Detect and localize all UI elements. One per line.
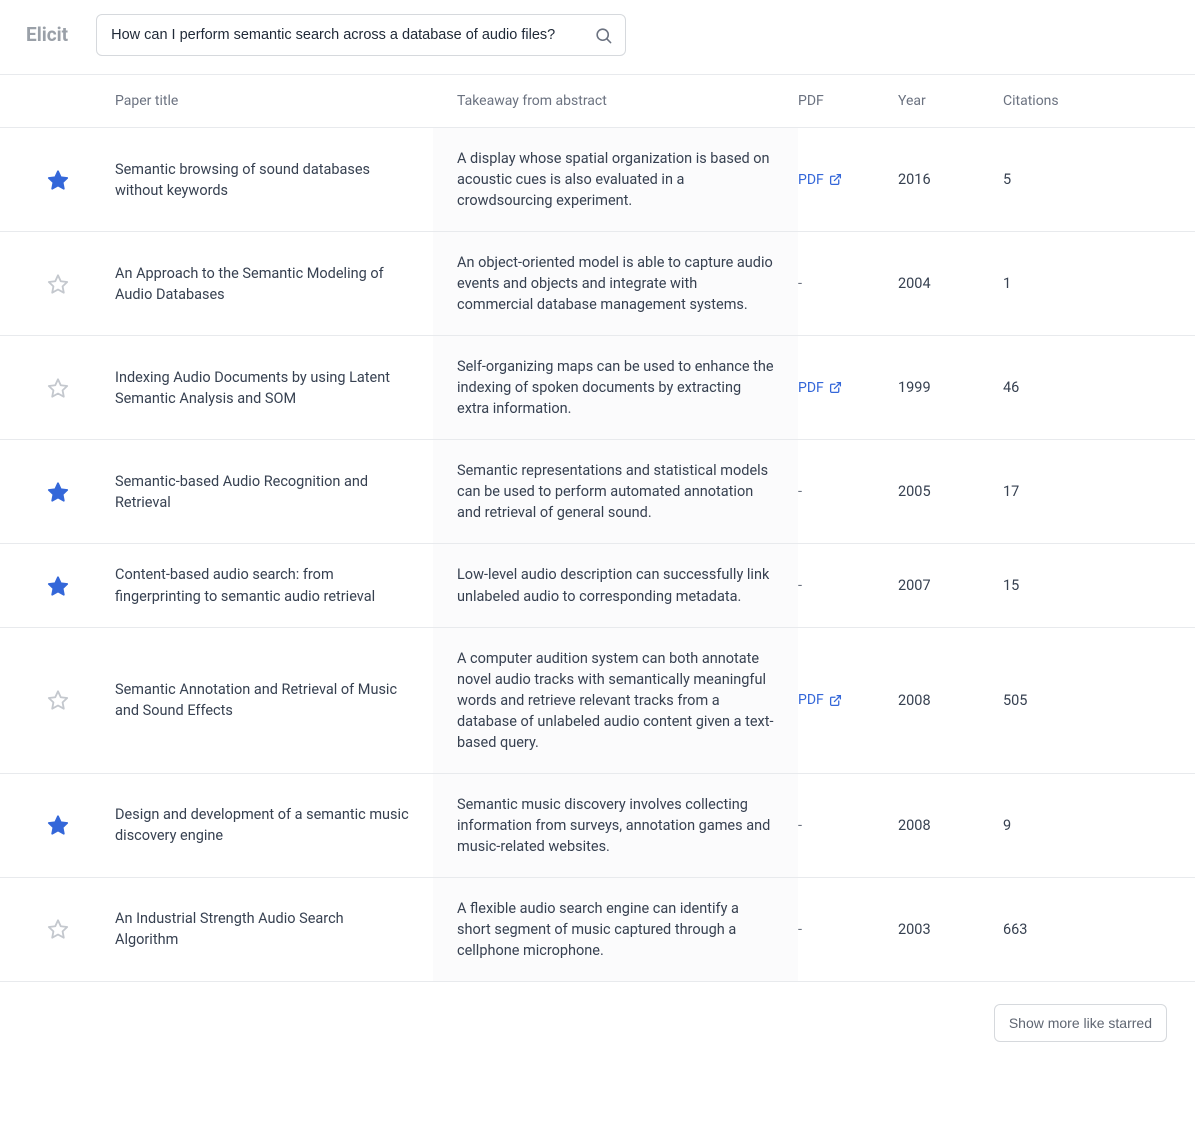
col-header-pdf[interactable]: PDF xyxy=(798,91,824,111)
star-button[interactable] xyxy=(45,812,71,838)
paper-title[interactable]: Semantic-based Audio Recognition and Ret… xyxy=(115,471,409,513)
star-icon xyxy=(47,273,69,295)
star-button[interactable] xyxy=(45,375,71,401)
star-button[interactable] xyxy=(45,916,71,942)
pdf-empty: - xyxy=(798,919,802,940)
abstract-takeaway: Self-organizing maps can be used to enha… xyxy=(457,356,774,419)
abstract-takeaway: Low-level audio description can successf… xyxy=(457,564,774,606)
paper-year: 2007 xyxy=(898,575,931,596)
paper-title[interactable]: Content-based audio search: from fingerp… xyxy=(115,564,409,606)
pdf-empty: - xyxy=(798,575,802,596)
paper-citations: 17 xyxy=(1003,481,1019,502)
search-button[interactable] xyxy=(586,18,620,52)
search-box xyxy=(96,14,626,56)
external-link-icon xyxy=(829,173,842,186)
show-more-like-starred-button[interactable]: Show more like starred xyxy=(994,1004,1167,1042)
table-row: An Approach to the Semantic Modeling of … xyxy=(0,231,1195,335)
col-header-citations[interactable]: Citations xyxy=(1003,91,1059,111)
star-icon xyxy=(47,169,69,191)
table-row: Design and development of a semantic mus… xyxy=(0,773,1195,877)
external-link-icon xyxy=(829,381,842,394)
star-icon xyxy=(47,814,69,836)
pdf-empty: - xyxy=(798,481,802,502)
table-row: Semantic browsing of sound databases wit… xyxy=(0,127,1195,231)
paper-citations: 1 xyxy=(1003,273,1011,294)
pdf-empty: - xyxy=(798,815,802,836)
table-row: An Industrial Strength Audio Search Algo… xyxy=(0,877,1195,982)
paper-title[interactable]: Design and development of a semantic mus… xyxy=(115,804,409,846)
paper-citations: 46 xyxy=(1003,377,1019,398)
results-table: Paper title Takeaway from abstract PDF Y… xyxy=(0,74,1195,982)
abstract-takeaway: An object-oriented model is able to capt… xyxy=(457,252,774,315)
paper-year: 2008 xyxy=(898,815,931,836)
footer: Show more like starred xyxy=(0,982,1195,1064)
pdf-empty: - xyxy=(798,273,802,294)
star-button[interactable] xyxy=(45,271,71,297)
paper-year: 2008 xyxy=(898,690,931,711)
table-header: Paper title Takeaway from abstract PDF Y… xyxy=(0,74,1195,127)
star-icon xyxy=(47,481,69,503)
search-icon xyxy=(594,26,613,45)
table-row: Indexing Audio Documents by using Latent… xyxy=(0,335,1195,439)
paper-year: 2003 xyxy=(898,919,931,940)
paper-citations: 505 xyxy=(1003,690,1027,711)
col-header-takeaway[interactable]: Takeaway from abstract xyxy=(457,91,607,111)
col-header-title[interactable]: Paper title xyxy=(115,91,178,111)
paper-year: 1999 xyxy=(898,377,931,398)
paper-title[interactable]: An Approach to the Semantic Modeling of … xyxy=(115,263,409,305)
star-icon xyxy=(47,689,69,711)
paper-citations: 9 xyxy=(1003,815,1011,836)
top-bar: Elicit xyxy=(0,0,1195,74)
abstract-takeaway: A display whose spatial organization is … xyxy=(457,148,774,211)
star-icon xyxy=(47,377,69,399)
table-row: Content-based audio search: from fingerp… xyxy=(0,543,1195,626)
external-link-icon xyxy=(829,694,842,707)
star-icon xyxy=(47,575,69,597)
star-icon xyxy=(47,918,69,940)
col-header-year[interactable]: Year xyxy=(898,91,926,111)
star-button[interactable] xyxy=(45,479,71,505)
paper-title[interactable]: Semantic browsing of sound databases wit… xyxy=(115,159,409,201)
paper-year: 2004 xyxy=(898,273,931,294)
pdf-link[interactable]: PDF xyxy=(798,378,842,398)
abstract-takeaway: A computer audition system can both anno… xyxy=(457,648,774,753)
pdf-link[interactable]: PDF xyxy=(798,690,842,710)
table-row: Semantic Annotation and Retrieval of Mus… xyxy=(0,627,1195,773)
paper-title[interactable]: Indexing Audio Documents by using Latent… xyxy=(115,367,409,409)
abstract-takeaway: Semantic representations and statistical… xyxy=(457,460,774,523)
star-button[interactable] xyxy=(45,167,71,193)
paper-citations: 5 xyxy=(1003,169,1011,190)
paper-year: 2005 xyxy=(898,481,931,502)
abstract-takeaway: Semantic music discovery involves collec… xyxy=(457,794,774,857)
paper-citations: 663 xyxy=(1003,919,1027,940)
table-row: Semantic-based Audio Recognition and Ret… xyxy=(0,439,1195,543)
star-button[interactable] xyxy=(45,687,71,713)
logo: Elicit xyxy=(26,21,68,49)
paper-citations: 15 xyxy=(1003,575,1019,596)
abstract-takeaway: A flexible audio search engine can ident… xyxy=(457,898,774,961)
paper-year: 2016 xyxy=(898,169,931,190)
star-button[interactable] xyxy=(45,573,71,599)
paper-title[interactable]: Semantic Annotation and Retrieval of Mus… xyxy=(115,679,409,721)
paper-title[interactable]: An Industrial Strength Audio Search Algo… xyxy=(115,908,409,950)
search-input[interactable] xyxy=(96,14,626,56)
pdf-link[interactable]: PDF xyxy=(798,170,842,190)
